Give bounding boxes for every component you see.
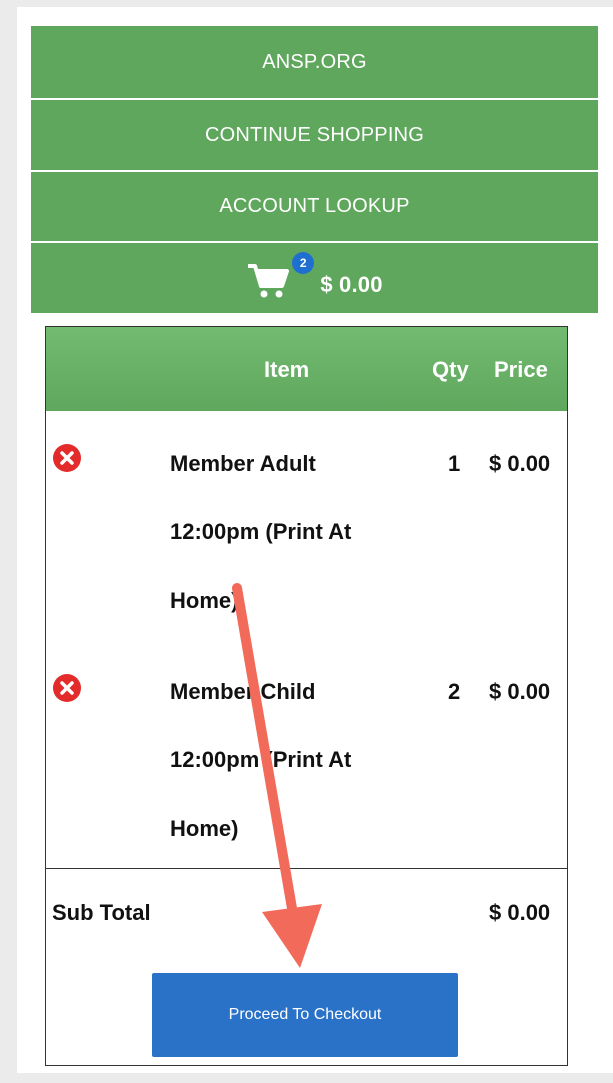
- item-price: $ 0.00: [489, 679, 551, 704]
- cart-count-badge: 2: [292, 252, 315, 274]
- header-item: Item: [264, 357, 310, 382]
- item-qty: 2: [448, 679, 461, 704]
- item-name-line: Home): [170, 588, 239, 613]
- item-name-line: Home): [170, 816, 239, 841]
- item-price: $ 0.00: [489, 451, 551, 476]
- cart-table: Item Qty Price Member Adult 12:00pm (Pri…: [45, 326, 568, 1066]
- nav-continue-shopping[interactable]: CONTINUE SHOPPING: [31, 100, 598, 170]
- cart-table-header: Item Qty Price: [46, 327, 567, 411]
- item-name-line: Member Adult: [170, 451, 316, 476]
- remove-item-icon[interactable]: [52, 673, 82, 703]
- subtotal-divider: [46, 868, 567, 869]
- remove-item-icon[interactable]: [52, 443, 82, 473]
- nav-account-lookup[interactable]: ACCOUNT LOOKUP: [31, 172, 598, 241]
- nav-label: ACCOUNT LOOKUP: [219, 195, 410, 217]
- header-qty: Qty: [432, 357, 469, 382]
- cart-total: $ 0.00: [320, 272, 383, 297]
- item-name-line: 12:00pm (Print At: [170, 747, 352, 772]
- cart-summary[interactable]: 2 $ 0.00: [246, 252, 383, 300]
- proceed-to-checkout-button[interactable]: Proceed To Checkout: [152, 973, 458, 1057]
- nav-cart[interactable]: 2 $ 0.00: [31, 243, 598, 313]
- nav-ansp-org[interactable]: ANSP.ORG: [31, 26, 598, 98]
- subtotal-value: $ 0.00: [489, 900, 551, 925]
- nav-label: CONTINUE SHOPPING: [205, 123, 424, 146]
- subtotal-label: Sub Total: [52, 900, 151, 925]
- shopping-cart-icon: [248, 264, 290, 298]
- item-name-line: Member Child: [170, 679, 316, 704]
- item-name-line: 12:00pm (Print At: [170, 519, 352, 544]
- header-price: Price: [494, 357, 548, 382]
- item-qty: 1: [448, 451, 461, 476]
- nav-label: ANSP.ORG: [262, 50, 367, 73]
